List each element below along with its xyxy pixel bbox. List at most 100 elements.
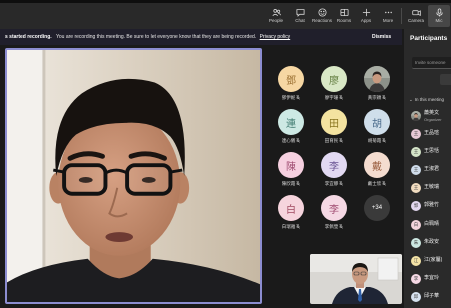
participant-row[interactable]: 王王品瑄 bbox=[404, 127, 451, 141]
reactions-button[interactable]: Reactions bbox=[311, 5, 333, 27]
avatar-initial: 白 bbox=[286, 204, 296, 216]
participant-initials-avatar: 連 bbox=[278, 109, 304, 135]
rooms-button[interactable]: Rooms bbox=[333, 5, 355, 27]
participant-initials-avatar: 王 bbox=[411, 147, 421, 158]
participant-name: 陳欣霞 bbox=[281, 181, 296, 186]
avatar-initial: 白 bbox=[413, 221, 419, 227]
mic-off-icon bbox=[296, 224, 301, 230]
participant-row[interactable]: 江江(家屬) bbox=[404, 254, 451, 268]
reactions-icon bbox=[317, 8, 327, 17]
gallery-tile[interactable]: 白白瑞雅 bbox=[270, 195, 312, 233]
participant-initials-avatar: 王 bbox=[411, 183, 421, 194]
mic-off-icon bbox=[339, 138, 344, 144]
participant-initials-avatar: 王 bbox=[411, 165, 421, 176]
participant-name: 王品瑄 bbox=[424, 130, 440, 136]
camera-button[interactable]: Camera bbox=[405, 5, 427, 27]
dismiss-button[interactable]: Dismiss bbox=[372, 29, 391, 45]
chat-button[interactable]: Chat bbox=[289, 5, 311, 27]
gallery-tile-name: 陳欣霞 bbox=[270, 181, 312, 187]
privacy-policy-link[interactable]: Privacy policy bbox=[260, 34, 291, 40]
mic-label: Mic bbox=[435, 18, 443, 23]
recording-banner-message: You are recording this meeting. Be sure … bbox=[56, 34, 257, 40]
participant-row[interactable]: 李李宜玲 bbox=[404, 272, 451, 286]
avatar-initial: 廖 bbox=[329, 75, 339, 87]
participant-name: 江(家屬) bbox=[424, 256, 443, 263]
participant-name: 李宜玲 bbox=[424, 274, 440, 281]
participant-row[interactable]: 白白珮晴 bbox=[404, 218, 451, 232]
profile-photo bbox=[411, 111, 421, 121]
avatar-initial: 戴 bbox=[372, 161, 382, 173]
avatar-initial: 朱 bbox=[413, 239, 419, 245]
avatar-initial: 王 bbox=[413, 167, 419, 173]
gallery-overflow-tile[interactable]: +34 bbox=[356, 195, 398, 233]
avatar-initial: 李 bbox=[329, 161, 339, 173]
apps-button[interactable]: Apps bbox=[355, 5, 377, 27]
mic-button[interactable]: Mic bbox=[428, 5, 450, 27]
participants-title: Participants bbox=[410, 35, 448, 42]
participant-initials-avatar: 田 bbox=[321, 109, 347, 135]
gallery-tile-name: 連心儀 bbox=[270, 138, 312, 144]
avatar-initial: 田 bbox=[329, 118, 339, 130]
avatar-initial: 李 bbox=[413, 275, 419, 281]
participant-name: 王思恬 bbox=[424, 148, 440, 155]
avatar-initial: 鄧 bbox=[286, 75, 296, 87]
participant-photo-avatar bbox=[364, 66, 390, 92]
gallery-tile-name: 胡菊霞 bbox=[356, 138, 398, 144]
participant-initials-avatar: 朱 bbox=[411, 237, 421, 248]
self-view-video[interactable] bbox=[310, 254, 402, 304]
participant-row[interactable]: 蕭英文 Organizer bbox=[404, 109, 451, 123]
active-speaker-video[interactable] bbox=[5, 48, 262, 304]
rooms-label: Rooms bbox=[336, 18, 352, 23]
more-button[interactable]: More bbox=[377, 5, 399, 27]
more-icon bbox=[384, 11, 392, 14]
mic-off-icon bbox=[339, 224, 344, 230]
gallery-tile[interactable]: 黃宗穎 bbox=[356, 66, 398, 104]
gallery-tile-name: 田育民 bbox=[313, 138, 355, 144]
gallery-tile-name: 廖宇珊 bbox=[313, 95, 355, 101]
invite-input[interactable]: Invite someone bbox=[412, 57, 451, 69]
participant-gallery: 鄧鄧伊妮廖廖宇珊 黃宗穎連連心儀田田育民胡胡菊霞陳陳欣霞李李宜靜戴戴士欣白白瑞雅李… bbox=[268, 60, 400, 245]
mic-off-icon bbox=[339, 95, 344, 101]
meeting-toolbar: People Chat Reactions Rooms Apps More Ca… bbox=[0, 0, 451, 29]
in-meeting-section-header[interactable]: ⌄ In this meeting bbox=[409, 96, 444, 104]
gallery-tile[interactable]: 戴戴士欣 bbox=[356, 152, 398, 190]
participant-initials-avatar: 陳 bbox=[278, 152, 304, 178]
mic-off-icon bbox=[296, 181, 301, 187]
participant-initials-avatar: 廖 bbox=[321, 66, 347, 92]
participant-name: 廖宇珊 bbox=[324, 95, 339, 100]
participant-name: 戴士欣 bbox=[367, 181, 382, 186]
participant-initials-avatar: 白 bbox=[278, 195, 304, 221]
participant-photo-avatar bbox=[411, 111, 421, 121]
participant-row[interactable]: 郭郭雅竹 bbox=[404, 199, 451, 213]
profile-photo bbox=[364, 66, 390, 92]
participant-initials-avatar: 李 bbox=[411, 273, 421, 284]
participant-row[interactable]: 朱朱政安 bbox=[404, 236, 451, 250]
participant-initials-avatar: 王 bbox=[411, 129, 421, 139]
participant-role: Organizer bbox=[424, 117, 442, 122]
people-button[interactable]: People bbox=[265, 5, 287, 27]
gallery-tile[interactable]: 李李佩瑩 bbox=[313, 195, 355, 233]
overflow-count-label: +34 bbox=[371, 205, 383, 211]
participant-row[interactable]: 邱邱子華 bbox=[404, 290, 451, 304]
gallery-tile[interactable]: 廖廖宇珊 bbox=[313, 66, 355, 104]
gallery-tile[interactable]: 李李宜靜 bbox=[313, 152, 355, 190]
participant-row[interactable]: 王王思恬 bbox=[404, 145, 451, 159]
participant-initials-avatar: 李 bbox=[321, 152, 347, 178]
participant-row[interactable]: 王王敏瑞 bbox=[404, 181, 451, 195]
participant-name: 郭雅竹 bbox=[424, 202, 440, 209]
avatar-initial: 江 bbox=[413, 257, 419, 263]
people-label: People bbox=[268, 18, 283, 23]
speaker-video-frame bbox=[7, 50, 260, 302]
gallery-tile[interactable]: 連連心儀 bbox=[270, 109, 312, 147]
share-invite-button[interactable] bbox=[440, 74, 451, 85]
participant-row[interactable]: 王王淑君 bbox=[404, 163, 451, 177]
gallery-tile[interactable]: 田田育民 bbox=[313, 109, 355, 147]
gallery-tile-name: 李宜靜 bbox=[313, 181, 355, 187]
gallery-tile[interactable]: 陳陳欣霞 bbox=[270, 152, 312, 190]
participants-panel: Participants Invite someone ⌄ In this mee… bbox=[404, 29, 451, 308]
recording-banner-title: s started recording. bbox=[5, 34, 52, 40]
gallery-tile[interactable]: 胡胡菊霞 bbox=[356, 109, 398, 147]
camera-icon bbox=[411, 10, 421, 17]
gallery-tile[interactable]: 鄧鄧伊妮 bbox=[270, 66, 312, 104]
avatar-initial: 王 bbox=[413, 149, 419, 155]
